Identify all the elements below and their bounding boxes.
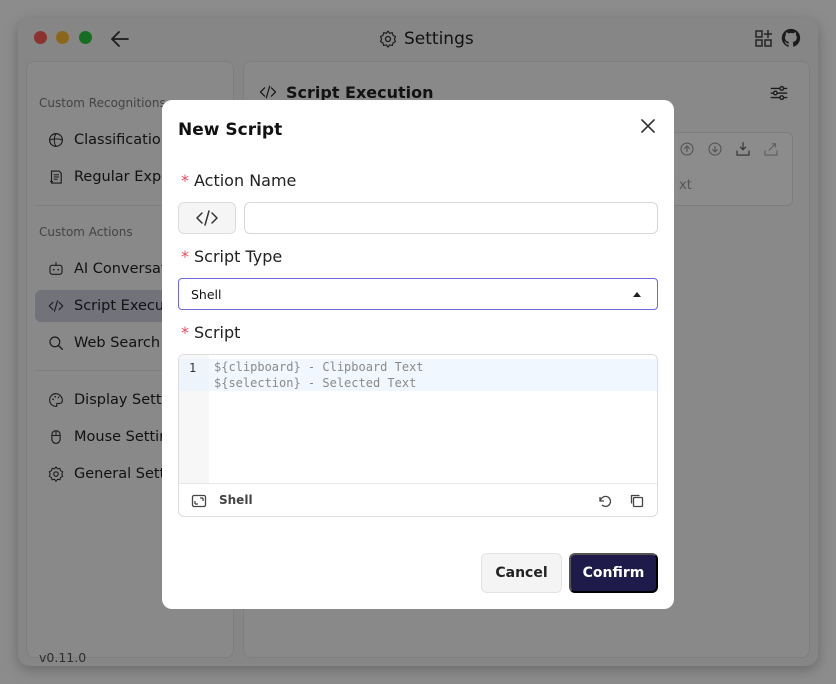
new-script-dialog: New Script * Action Name * Script Type She… <box>162 100 674 609</box>
script-type-value: Shell <box>191 286 222 302</box>
action-name-label: * Action Name <box>181 171 297 190</box>
confirm-button[interactable]: Confirm <box>569 553 658 593</box>
required-marker: * <box>181 323 189 342</box>
line-number: 1 <box>179 359 209 391</box>
required-marker: * <box>181 171 189 190</box>
script-label: * Script <box>181 323 241 342</box>
script-type-select[interactable]: Shell <box>178 278 658 310</box>
code-placeholder-line: ${selection} - Selected Text <box>214 376 417 390</box>
undo-icon[interactable] <box>597 493 613 509</box>
script-type-label: * Script Type <box>181 247 283 266</box>
editor-language: Shell <box>219 493 253 507</box>
action-name-input[interactable] <box>244 202 658 234</box>
code-placeholder-line: ${clipboard} - Clipboard Text <box>214 360 424 374</box>
close-icon[interactable] <box>638 116 658 136</box>
copy-icon[interactable] <box>629 493 645 509</box>
action-icon-picker-button[interactable] <box>178 202 236 234</box>
required-marker: * <box>181 247 189 266</box>
editor-footer: Shell <box>179 483 657 516</box>
dialog-title: New Script <box>178 120 283 140</box>
code-icon <box>196 210 218 226</box>
cancel-button[interactable]: Cancel <box>481 553 562 593</box>
expand-icon[interactable] <box>191 493 207 509</box>
caret-up-icon <box>633 292 641 297</box>
script-editor[interactable]: 1 ${clipboard} - Clipboard Text ${select… <box>178 354 658 517</box>
